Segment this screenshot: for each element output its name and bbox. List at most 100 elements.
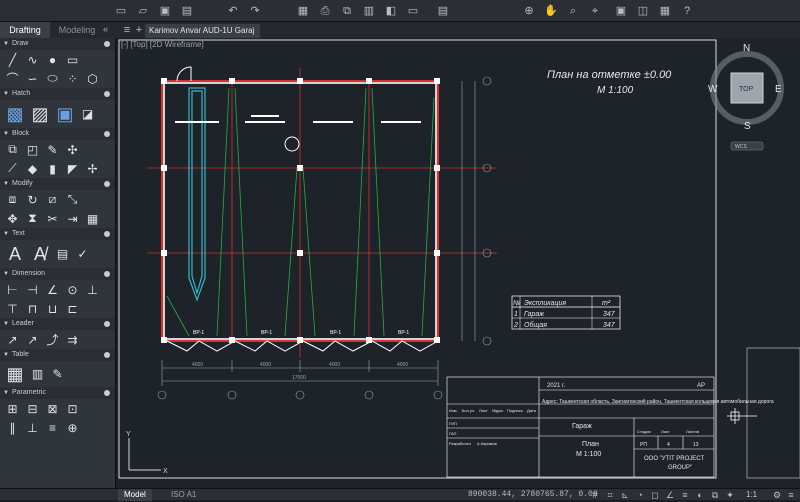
section-draw-header[interactable]: ▼ Draw xyxy=(0,38,115,50)
constraint-icon[interactable]: ≡ xyxy=(44,419,61,436)
block-editor-icon[interactable]: ✎ xyxy=(44,141,61,158)
save-as-icon[interactable]: ▤ xyxy=(180,4,194,18)
point-tool-icon[interactable]: ⁘ xyxy=(64,70,81,87)
table-edit-icon[interactable]: ✎ xyxy=(49,366,66,383)
line-tool-icon[interactable]: ╱ xyxy=(4,51,21,68)
tab-layout[interactable]: ISO A1 xyxy=(165,489,202,501)
constraint-icon[interactable]: ⊠ xyxy=(44,400,61,417)
scale-tool-icon[interactable]: ⤡ xyxy=(64,191,81,208)
mtext-tool-icon[interactable]: A xyxy=(4,243,26,265)
settings-dot-icon[interactable] xyxy=(104,41,110,47)
settings-dot-icon[interactable] xyxy=(104,271,110,277)
move-tool-icon[interactable]: ✥ xyxy=(4,210,21,227)
trim-tool-icon[interactable]: ✂ xyxy=(44,210,61,227)
multileader-icon[interactable]: ↗ xyxy=(24,331,41,348)
mirror-tool-icon[interactable]: ⧗ xyxy=(24,210,41,227)
leader-align-icon[interactable]: ⇉ xyxy=(64,331,81,348)
rectangle-tool-icon[interactable]: ▭ xyxy=(64,51,81,68)
copy-icon[interactable]: ⧉ xyxy=(340,4,354,18)
extend-tool-icon[interactable]: ⇥ xyxy=(64,210,81,227)
constraint-icon[interactable]: ⊥ xyxy=(24,419,41,436)
spline-tool-icon[interactable]: ∽ xyxy=(24,70,41,87)
radius-dim-icon[interactable]: ⊙ xyxy=(64,281,81,298)
angular-dim-icon[interactable]: ∠ xyxy=(44,281,61,298)
constraint-icon[interactable]: ∥ xyxy=(4,419,21,436)
block-tool-icon[interactable]: ✢ xyxy=(84,160,101,177)
aligned-dim-icon[interactable]: ⊣ xyxy=(24,281,41,298)
zoom-icon[interactable]: ⊕ xyxy=(522,4,536,18)
settings-dot-icon[interactable] xyxy=(104,352,110,358)
settings-dot-icon[interactable] xyxy=(104,390,110,396)
document-tab[interactable]: Karimov Anvar AUD-1U Garaj xyxy=(145,24,260,38)
insert-block-icon[interactable]: ⧉ xyxy=(4,141,21,158)
drawing-canvas[interactable]: ВР-1 ВР-1 ВР-1 ВР-1 4000 4000 4000 4000 … xyxy=(117,38,800,488)
rotate-tool-icon[interactable]: ↻ xyxy=(24,191,41,208)
constraint-icon[interactable]: ⊕ xyxy=(64,419,81,436)
annotation-scale[interactable]: 1:1 xyxy=(740,489,763,501)
constraint-icon[interactable]: ⊡ xyxy=(64,400,81,417)
properties-icon[interactable]: ▤ xyxy=(436,4,450,18)
plot-icon[interactable]: ▦ xyxy=(296,4,310,18)
leader-add-icon[interactable]: ⤴ xyxy=(44,331,61,348)
dim-tool-icon[interactable]: ⊔ xyxy=(44,300,61,317)
linear-dim-icon[interactable]: ⊢ xyxy=(4,281,21,298)
viewport-label[interactable]: [-] [Top] [2D Wireframe] xyxy=(121,40,204,49)
offset-tool-icon[interactable]: ⧄ xyxy=(44,191,61,208)
text-edit-icon[interactable]: A̸ xyxy=(29,243,51,265)
tab-modeling[interactable]: Modeling xyxy=(52,22,102,38)
help-icon[interactable]: ? xyxy=(680,4,694,18)
settings-dot-icon[interactable] xyxy=(104,131,110,137)
polyline-tool-icon[interactable]: ∿ xyxy=(24,51,41,68)
constraint-icon[interactable]: ⊞ xyxy=(4,400,21,417)
leader-tool-icon[interactable]: ↗ xyxy=(4,331,21,348)
pan-icon[interactable]: ✋ xyxy=(544,4,558,18)
settings-dot-icon[interactable] xyxy=(104,321,110,327)
copy-tool-icon[interactable]: ⧈ xyxy=(4,191,21,208)
boundary-tool-icon[interactable]: ▣ xyxy=(54,103,76,125)
hatch-edit-icon[interactable]: ◪ xyxy=(79,106,96,123)
render-icon[interactable]: ◫ xyxy=(636,4,650,18)
arc-tool-icon[interactable]: ⌒ xyxy=(4,70,21,87)
block-tool-icon[interactable]: ◆ xyxy=(24,160,41,177)
block-tool-icon[interactable]: ⟋ xyxy=(4,160,21,177)
settings-dot-icon[interactable] xyxy=(104,91,110,97)
redo-icon[interactable]: ↷ xyxy=(248,4,262,18)
tab-model[interactable]: Model xyxy=(118,489,152,501)
array-tool-icon[interactable]: ▦ xyxy=(84,210,101,227)
attribute-icon[interactable]: ✣ xyxy=(64,141,81,158)
dim-tool-icon[interactable]: ⊏ xyxy=(64,300,81,317)
text-style-icon[interactable]: ▤ xyxy=(54,246,71,263)
create-block-icon[interactable]: ◰ xyxy=(24,141,41,158)
settings-dot-icon[interactable] xyxy=(104,231,110,237)
tab-drafting[interactable]: Drafting xyxy=(0,22,50,38)
match-icon[interactable]: ◧ xyxy=(384,4,398,18)
block-tool-icon[interactable]: ▮ xyxy=(44,160,61,177)
table-style-icon[interactable]: ▥ xyxy=(29,366,46,383)
hatch-tool-icon[interactable]: ▩ xyxy=(4,103,26,125)
section-dimension-header[interactable]: ▼ Dimension xyxy=(0,268,115,280)
ellipse-tool-icon[interactable]: ⬭ xyxy=(44,70,61,87)
section-leader-header[interactable]: ▼ Leader xyxy=(0,318,115,330)
section-parametric-header[interactable]: ▼ Parametric xyxy=(0,387,115,399)
collapse-palette-icon[interactable]: « xyxy=(103,24,108,34)
drawing-svg[interactable]: ВР-1 ВР-1 ВР-1 ВР-1 4000 4000 4000 4000 … xyxy=(117,38,800,488)
layers-icon[interactable]: ▭ xyxy=(406,4,420,18)
open-file-icon[interactable]: ▱ xyxy=(136,4,150,18)
print-icon[interactable]: ⎙ xyxy=(318,4,332,18)
settings-dot-icon[interactable] xyxy=(104,181,110,187)
section-block-header[interactable]: ▼ Block xyxy=(0,128,115,140)
grid-icon[interactable]: ▦ xyxy=(658,4,672,18)
table-tool-icon[interactable]: ▦ xyxy=(4,363,26,385)
section-modify-header[interactable]: ▼ Modify xyxy=(0,178,115,190)
baseline-dim-icon[interactable]: ⊥ xyxy=(84,281,101,298)
section-text-header[interactable]: ▼ Text xyxy=(0,228,115,240)
section-hatch-header[interactable]: ▼ Hatch xyxy=(0,88,115,100)
dim-tool-icon[interactable]: ⊓ xyxy=(24,300,41,317)
paste-icon[interactable]: ▥ xyxy=(362,4,376,18)
zoom-window-icon[interactable]: ⌕ xyxy=(566,4,580,18)
save-icon[interactable]: ▣ xyxy=(158,4,172,18)
gradient-tool-icon[interactable]: ▨ xyxy=(29,103,51,125)
new-tab-icon[interactable]: + xyxy=(132,23,146,37)
dim-tool-icon[interactable]: ⊤ xyxy=(4,300,21,317)
zoom-extents-icon[interactable]: ⌖ xyxy=(588,4,602,18)
